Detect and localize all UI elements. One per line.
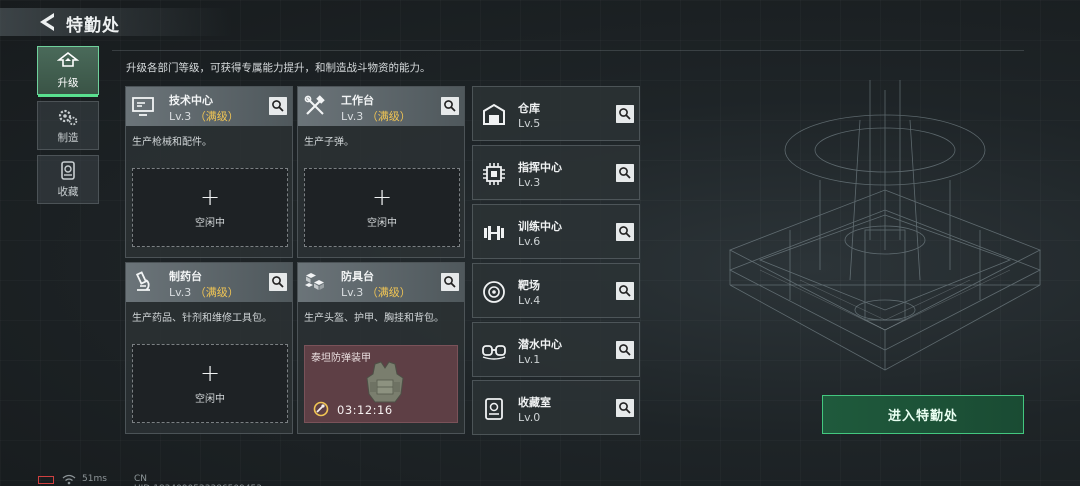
- card-name: 技术中心: [169, 94, 213, 107]
- diving-goggles-icon: [482, 344, 506, 360]
- computer-icon: [132, 97, 154, 116]
- upgrade-icon: [57, 51, 79, 67]
- header: 特勤处: [0, 0, 240, 44]
- search-icon[interactable]: [616, 223, 634, 241]
- facility-level: Lv.0: [518, 411, 541, 424]
- wifi-icon: [62, 474, 76, 485]
- card-name: 制药台: [169, 270, 202, 283]
- warehouse-icon: [483, 103, 505, 125]
- timer-icon: [313, 401, 329, 417]
- uid-text: CN UID:1834090523386509453 19: [134, 474, 262, 486]
- nav-tab-collection[interactable]: 收藏: [37, 155, 99, 204]
- card-level: Lv.3 （满级）: [341, 110, 411, 123]
- facility-level: Lv.4: [518, 294, 541, 307]
- facility-row-warehouse[interactable]: 仓库 Lv.5: [472, 86, 640, 141]
- facility-level: Lv.1: [518, 353, 541, 366]
- microscope-icon: [135, 271, 150, 291]
- battery-icon: [38, 476, 54, 484]
- crafting-timer: 03:12:16: [337, 403, 393, 417]
- search-icon[interactable]: [616, 164, 634, 182]
- collection-case-icon: [485, 397, 503, 420]
- card-level: Lv.3 （满级）: [169, 286, 239, 299]
- search-icon[interactable]: [269, 273, 287, 291]
- ping-text: 51ms: [82, 474, 107, 484]
- slot-status: 空闲中: [195, 394, 225, 405]
- plus-icon: +: [199, 183, 221, 211]
- header-divider: [112, 50, 1024, 51]
- nav-label: 制造: [57, 131, 79, 144]
- nav-label: 收藏: [57, 185, 79, 198]
- crafting-item-name: 泰坦防弹装甲: [311, 353, 371, 364]
- production-slot-crafting[interactable]: 泰坦防弹装甲 03:12:16: [304, 345, 458, 423]
- collection-icon: [61, 160, 75, 180]
- cubes-icon: [305, 273, 324, 290]
- facility-name: 潜水中心: [518, 338, 562, 351]
- search-icon[interactable]: [616, 282, 634, 300]
- page-description: 升级各部门等级，可获得专属能力提升，和制造战斗物资的能力。: [126, 62, 431, 74]
- facility-name: 训练中心: [518, 220, 562, 233]
- production-slot-empty[interactable]: + 空闲中: [304, 168, 460, 247]
- back-arrow-icon[interactable]: [36, 10, 60, 34]
- facility-name: 仓库: [518, 102, 540, 115]
- card-description: 生产枪械和配件。: [132, 137, 212, 148]
- slot-status: 空闲中: [367, 218, 397, 229]
- nav-tab-upgrade[interactable]: 升级: [37, 46, 99, 97]
- page-title: 特勤处: [66, 16, 120, 36]
- headquarters-illustration: [729, 80, 1041, 371]
- facility-row-shooting-range[interactable]: 靶场 Lv.4: [472, 263, 640, 318]
- gears-icon: [58, 109, 78, 125]
- nav-label: 升级: [57, 76, 79, 89]
- search-icon[interactable]: [441, 97, 459, 115]
- body-armor-icon: [366, 361, 404, 403]
- facility-row-command-center[interactable]: 指挥中心 Lv.3: [472, 145, 640, 200]
- card-description: 生产药品、针剂和维修工具包。: [132, 313, 272, 324]
- facility-name: 指挥中心: [518, 161, 562, 174]
- plus-icon: +: [371, 183, 393, 211]
- slot-status: 空闲中: [195, 218, 225, 229]
- target-icon: [483, 280, 505, 303]
- facility-name: 收藏室: [518, 396, 551, 409]
- card-level: Lv.3 （满级）: [341, 286, 411, 299]
- facility-row-collection-room[interactable]: 收藏室 Lv.0: [472, 380, 640, 435]
- tools-icon: [304, 95, 325, 115]
- card-workbench[interactable]: 工作台 Lv.3 （满级） 生产子弹。 + 空闲中: [297, 86, 465, 258]
- facility-name: 靶场: [518, 279, 540, 292]
- facility-row-training-center[interactable]: 训练中心 Lv.6: [472, 204, 640, 259]
- card-level: Lv.3 （满级）: [169, 110, 239, 123]
- search-icon[interactable]: [269, 97, 287, 115]
- search-icon[interactable]: [441, 273, 459, 291]
- facility-row-diving-center[interactable]: 潜水中心 Lv.1: [472, 322, 640, 377]
- facility-level: Lv.5: [518, 117, 541, 130]
- facility-level: Lv.3: [518, 176, 541, 189]
- card-name: 防具台: [341, 270, 374, 283]
- card-description: 生产子弹。: [304, 137, 354, 148]
- plus-icon: +: [199, 359, 221, 387]
- facility-level: Lv.6: [518, 235, 541, 248]
- chip-icon: [483, 162, 505, 185]
- card-pharmacy[interactable]: 制药台 Lv.3 （满级） 生产药品、针剂和维修工具包。 + 空闲中: [125, 262, 293, 434]
- card-tech-center[interactable]: 技术中心 Lv.3 （满级） 生产枪械和配件。 + 空闲中: [125, 86, 293, 258]
- card-armor-bench[interactable]: 防具台 Lv.3 （满级） 生产头盔、护甲、胸挂和背包。 泰坦防弹装甲 03:1…: [297, 262, 465, 434]
- search-icon[interactable]: [616, 399, 634, 417]
- production-slot-empty[interactable]: + 空闲中: [132, 168, 288, 247]
- search-icon[interactable]: [616, 341, 634, 359]
- production-slot-empty[interactable]: + 空闲中: [132, 344, 288, 423]
- dumbbell-icon: [484, 225, 504, 240]
- enter-special-ops-button[interactable]: 进入特勤处: [822, 395, 1024, 434]
- card-name: 工作台: [341, 94, 374, 107]
- card-description: 生产头盔、护甲、胸挂和背包。: [304, 313, 444, 324]
- search-icon[interactable]: [616, 105, 634, 123]
- nav-tab-craft[interactable]: 制造: [37, 101, 99, 150]
